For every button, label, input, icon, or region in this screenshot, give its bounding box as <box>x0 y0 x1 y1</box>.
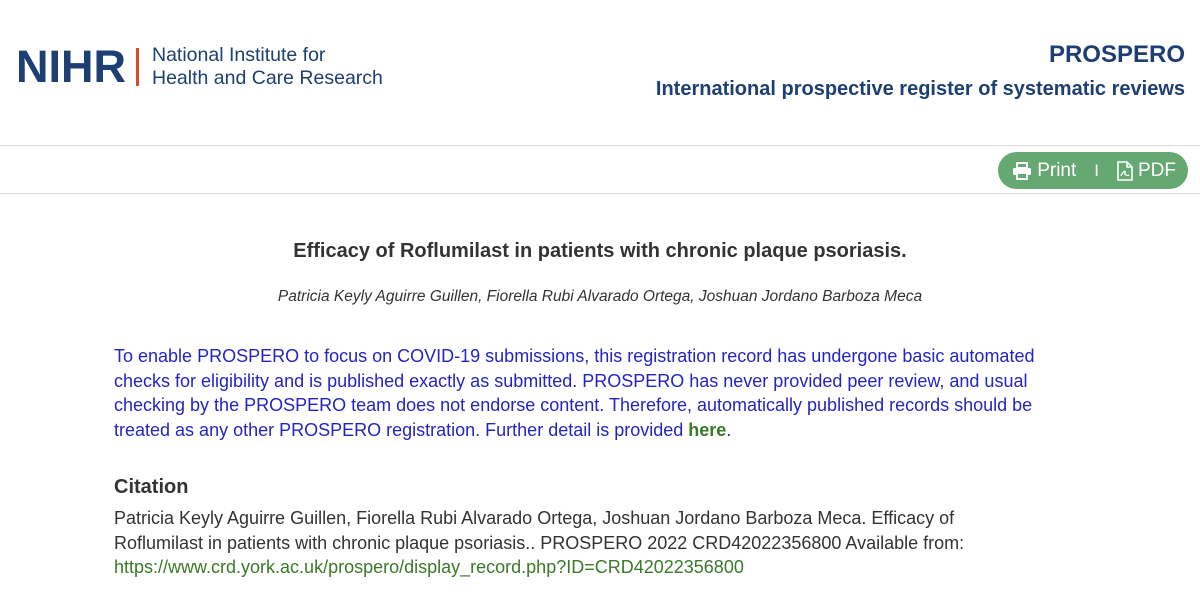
toolbar-separator: I <box>1094 160 1099 180</box>
pdf-label: PDF <box>1138 159 1176 181</box>
brand-block: PROSPERO International prospective regis… <box>656 40 1185 102</box>
print-label: Print <box>1037 159 1077 181</box>
notice-text: To enable PROSPERO to focus on COVID-19 … <box>114 346 1035 440</box>
printer-icon <box>1013 161 1032 180</box>
page-header: NIHR National Institute for Health and C… <box>0 0 1200 145</box>
citation-url-link[interactable]: https://www.crd.york.ac.uk/prospero/disp… <box>114 557 744 577</box>
brand-title: PROSPERO <box>1048 41 1185 68</box>
notice-end: . <box>726 419 732 440</box>
logo-mark: NIHR <box>16 41 126 92</box>
toolbar: Print I PDF <box>0 145 1200 194</box>
citation-body: Patricia Keyly Aguirre Guillen, Fiorella… <box>114 506 1044 580</box>
logo-line-1: National Institute for <box>152 44 326 66</box>
citation-heading: Citation <box>114 476 189 498</box>
covid-notice: To enable PROSPERO to focus on COVID-19 … <box>114 344 1074 442</box>
logo-divider <box>136 48 139 86</box>
record-title: Efficacy of Roflumilast in patients with… <box>293 240 907 262</box>
pdf-button[interactable]: PDF <box>1117 160 1176 182</box>
logo-line-2: Health and Care Research <box>152 67 383 89</box>
logo-text: National Institute for Health and Care R… <box>152 44 383 90</box>
brand-subtitle: International prospective register of sy… <box>655 78 1185 100</box>
nihr-logo[interactable]: NIHR National Institute for Health and C… <box>16 42 383 92</box>
record-authors: Patricia Keyly Aguirre Guillen, Fiorella… <box>277 288 923 305</box>
pdf-file-icon <box>1117 160 1133 181</box>
print-button[interactable]: Print <box>1012 160 1076 182</box>
citation-text: Patricia Keyly Aguirre Guillen, Fiorella… <box>114 508 965 553</box>
notice-here-link[interactable]: here <box>688 420 726 440</box>
export-actions: Print I PDF <box>998 152 1188 189</box>
